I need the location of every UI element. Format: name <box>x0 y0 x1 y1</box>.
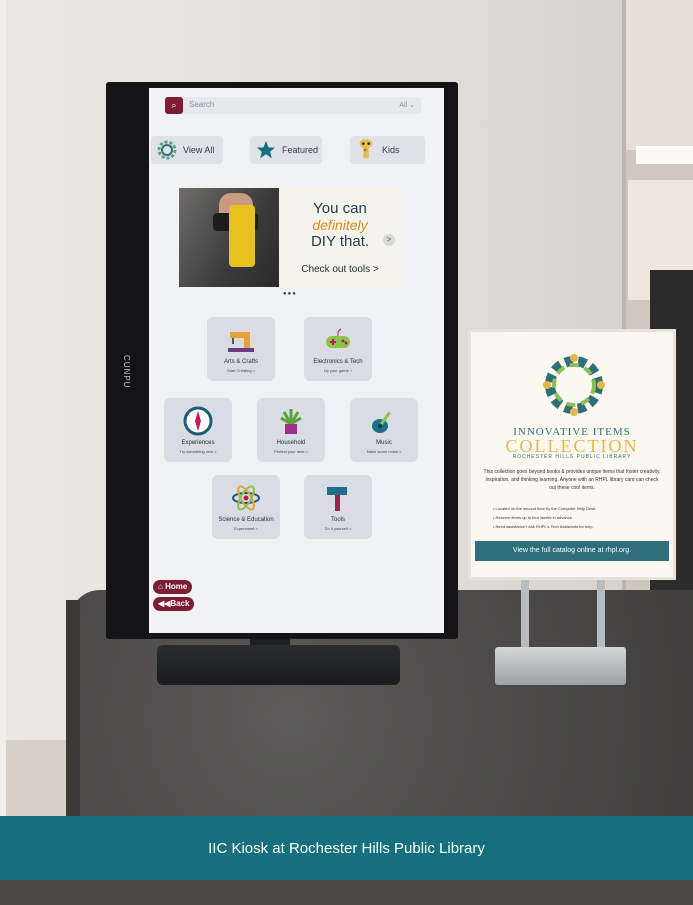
home-icon: ⌂ <box>158 582 163 591</box>
category-household[interactable]: Household Perfect your nest > <box>257 398 325 462</box>
view-all-label: View All <box>183 145 215 155</box>
banner-line-1: You can <box>313 200 367 217</box>
back-label: Back <box>170 599 190 608</box>
atom-icon <box>232 485 260 511</box>
sign-bullet-text: Need assistance? Ask RHPL's Tech Assista… <box>495 524 594 529</box>
search-icon[interactable]: ⌕ <box>165 97 183 114</box>
promo-banner[interactable]: You can definitely DIY that. Check out t… <box>179 188 401 287</box>
drill-body <box>229 205 255 267</box>
category-science-education[interactable]: Science & Education Experiment > <box>212 475 280 539</box>
star-icon <box>256 140 276 160</box>
drill-photo <box>179 188 279 287</box>
ceiling <box>625 0 693 150</box>
potted-plant-icon <box>280 409 302 434</box>
category-title: Science & Education <box>218 517 274 523</box>
category-title: Arts & Crafts <box>223 359 258 365</box>
category-title: Experiences <box>181 440 215 446</box>
category-music[interactable]: Music Make some noise > <box>350 398 418 462</box>
category-subtitle: Perfect your nest > <box>274 449 308 454</box>
sign-bullet-text: Reserve items up to four weeks in advanc… <box>495 515 574 520</box>
monitor-stand-base <box>157 645 400 685</box>
category-title: Tools <box>330 517 345 523</box>
category-subtitle: Experiment > <box>234 526 258 531</box>
guitar-icon <box>372 411 391 433</box>
featured-button[interactable]: Featured <box>250 136 322 164</box>
sewing-machine-icon <box>228 332 254 352</box>
banner-cta-link[interactable]: Check out tools > <box>279 264 401 275</box>
sign-body-text: This collection goes beyond books & prov… <box>483 469 661 491</box>
carousel-dots[interactable]: ●●● <box>283 291 297 297</box>
compass-icon <box>183 406 213 436</box>
gear-icon <box>157 140 177 160</box>
sign-bullet: • Reserve items up to four weeks in adva… <box>493 515 574 520</box>
search-bar[interactable]: ⌕ Search All ⌄ <box>165 97 421 114</box>
kids-button[interactable]: Kids <box>350 136 425 164</box>
view-all-button[interactable]: View All <box>151 136 223 164</box>
gear-logo-icon <box>543 354 605 416</box>
game-controller-icon <box>326 328 350 348</box>
home-label: Home <box>165 582 188 591</box>
bottom-strip <box>0 880 693 905</box>
category-subtitle: Up your game > <box>323 368 353 373</box>
kiosk-screen: ⌕ Search All ⌄ View All Featured Kids Yo… <box>149 88 444 633</box>
category-subtitle: Do it yourself > <box>324 526 352 531</box>
category-title: Electronics & Tech <box>313 359 363 365</box>
ceiling-light <box>636 146 693 164</box>
category-subtitle: Start Creating > <box>226 368 256 373</box>
category-experiences[interactable]: Experiences Try something new > <box>164 398 232 462</box>
kids-label: Kids <box>382 145 400 155</box>
category-tools[interactable]: Tools Do it yourself > <box>304 475 372 539</box>
back-icon: ◀◀ <box>158 599 171 608</box>
category-electronics-tech[interactable]: Electronics & Tech Up your game > <box>304 317 372 381</box>
innovative-items-sign: INNOVATIVE ITEMS COLLECTION ROCHESTER HI… <box>468 329 676 580</box>
category-title: Music <box>376 440 392 446</box>
sign-bullets: • Located on the second floor by the Com… <box>493 504 663 531</box>
category-title: Household <box>276 440 306 446</box>
sign-bullet: • Located on the second floor by the Com… <box>493 506 597 511</box>
sign-base <box>495 647 626 685</box>
hammer-icon <box>327 487 347 511</box>
home-button[interactable]: ⌂ Home <box>153 580 193 594</box>
monitor-brand: CUNPU <box>122 355 131 389</box>
category-arts-crafts[interactable]: Arts & Crafts Start Creating > <box>207 317 275 381</box>
sign-footer: View the full catalog online at rhpl.org… <box>475 541 669 561</box>
sign-subtitle: ROCHESTER HILLS PUBLIC LIBRARY <box>512 454 632 460</box>
search-placeholder[interactable]: Search <box>189 100 214 109</box>
back-button[interactable]: ◀◀Back <box>153 597 195 611</box>
caption-banner: IIC Kiosk at Rochester Hills Public Libr… <box>0 816 693 880</box>
search-scope-dropdown[interactable]: All ⌄ <box>399 101 415 109</box>
sign-bullet-text: Located on the second floor by the Compu… <box>495 506 597 511</box>
caption-text: IIC Kiosk at Rochester Hills Public Libr… <box>208 840 485 857</box>
featured-label: Featured <box>282 145 319 155</box>
carousel-next-button[interactable]: > <box>383 234 395 246</box>
search-scope-label: All <box>399 102 408 109</box>
category-subtitle: Make some noise > <box>366 449 402 454</box>
banner-line-2: definitely <box>312 217 368 233</box>
category-subtitle: Try something new > <box>179 449 217 454</box>
giraffe-icon <box>356 139 376 160</box>
sign-bullet: • Need assistance? Ask RHPL's Tech Assis… <box>493 524 594 529</box>
